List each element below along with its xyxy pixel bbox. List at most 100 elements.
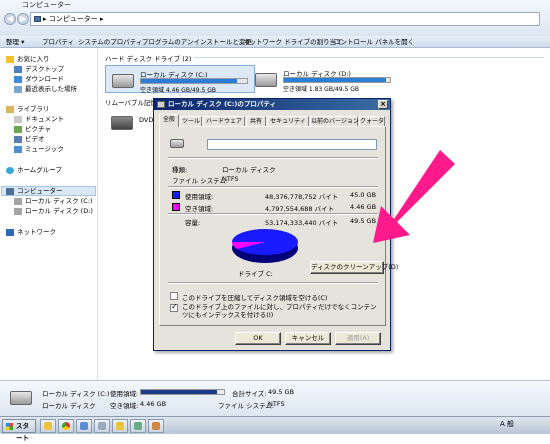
sidebar-item-network[interactable]: ネットワーク xyxy=(6,228,56,237)
drive-usage-bar xyxy=(140,78,248,84)
app-icon xyxy=(98,422,106,430)
details-total-label: 合計サイズ: xyxy=(232,390,267,398)
computer-icon xyxy=(34,16,41,22)
ok-button[interactable]: OK xyxy=(235,332,281,345)
tab-security[interactable]: セキュリティ xyxy=(267,116,309,126)
sidebar-item-downloads[interactable]: ダウンロード xyxy=(14,75,64,84)
drive-icon xyxy=(14,207,22,215)
general-tab-panel: 種類: ローカル ディスク ファイル システム: NTFS 使用領域: 48,3… xyxy=(159,126,398,326)
tab-hardware[interactable]: ハードウェア xyxy=(203,116,245,126)
system-properties-button[interactable]: システムのプロパティ xyxy=(78,36,142,48)
apply-button[interactable]: 適用(A) xyxy=(335,332,381,345)
volume-label-input[interactable] xyxy=(207,139,377,150)
used-label: 使用領域: xyxy=(185,193,214,201)
sidebar-item-libraries[interactable]: ライブラリ xyxy=(6,105,50,114)
hard-drive-icon xyxy=(10,391,32,405)
sidebar-item-computer[interactable]: コンピューター xyxy=(6,187,63,196)
taskbar-app-button[interactable] xyxy=(148,419,164,433)
dialog-title: ローカル ディスク (C:)のプロパティ xyxy=(168,100,276,108)
pictures-icon xyxy=(14,125,22,133)
fs-label: ファイル システム: xyxy=(172,177,229,185)
sidebar-item-videos[interactable]: ビデオ xyxy=(14,135,45,144)
details-type: ローカル ディスク xyxy=(42,402,96,410)
drive-icon xyxy=(157,101,165,108)
free-gb: 4.46 GB xyxy=(350,203,377,211)
dialog-titlebar[interactable]: ローカル ディスク (C:)のプロパティ × xyxy=(154,99,390,110)
sidebar-item-drive-d[interactable]: ローカル ディスク (D:) xyxy=(14,207,93,216)
properties-button[interactable]: プロパティ xyxy=(42,36,74,48)
sidebar-item-label: ミュージック xyxy=(25,145,64,153)
recent-places-icon xyxy=(14,85,22,93)
homegroup-icon xyxy=(6,166,14,174)
app-icon xyxy=(152,422,160,430)
cancel-button[interactable]: キャンセル xyxy=(285,332,331,345)
start-button[interactable]: スタート xyxy=(2,419,36,442)
sidebar-item-pictures[interactable]: ピクチャ xyxy=(14,125,51,134)
explorer-window: コンピューター ◀ ▶ ▸ コンピューター ▸ 整理 ▾ プロパティ システムの… xyxy=(0,0,550,442)
drive-free-space: 空き領域 4.46 GB/49.5 GB xyxy=(140,87,216,94)
app-icon xyxy=(116,422,124,430)
taskbar-chrome-button[interactable] xyxy=(58,419,74,433)
sidebar-item-label: ビデオ xyxy=(25,135,45,143)
properties-dialog: ローカル ディスク (C:)のプロパティ × 全般 ツール ハードウェア 共有 … xyxy=(153,98,398,351)
drive-usage-fill xyxy=(141,79,238,83)
star-icon xyxy=(6,55,14,63)
hdd-group-header[interactable]: ハード ディスク ドライブ (2) xyxy=(105,53,191,63)
organize-button[interactable]: 整理 ▾ xyxy=(6,36,24,48)
taskbar-app-button[interactable] xyxy=(94,419,110,433)
details-usage-bar xyxy=(140,389,225,395)
chrome-icon xyxy=(62,422,70,430)
sidebar-item-homegroup[interactable]: ホームグループ xyxy=(6,166,62,175)
sidebar-item-favorites[interactable]: お気に入り xyxy=(6,55,50,64)
used-gb: 45.0 GB xyxy=(350,191,377,199)
tab-general[interactable]: 全般 xyxy=(159,114,179,127)
sidebar-item-recent[interactable]: 最近表示した場所 xyxy=(14,85,77,94)
taskbar-app-button[interactable] xyxy=(76,419,92,433)
tab-quota[interactable]: クォータ xyxy=(359,116,385,126)
sidebar-item-drive-c[interactable]: ローカル ディスク (C:) xyxy=(14,197,92,206)
disk-cleanup-button[interactable]: ディスクのクリーンアップ(D) xyxy=(310,261,398,274)
sidebar-item-label: 最近表示した場所 xyxy=(25,85,77,93)
address-row: コンピューター ◀ ▶ ▸ コンピューター ▸ xyxy=(0,0,550,36)
forward-button[interactable]: ▶ xyxy=(17,13,29,25)
close-button[interactable]: × xyxy=(378,100,388,109)
details-fs-label: ファイル システム: xyxy=(218,402,275,410)
details-fs-value: NTFS xyxy=(268,400,285,408)
details-usage-fill xyxy=(141,390,217,394)
sidebar-item-documents[interactable]: ドキュメント xyxy=(14,115,64,124)
compress-checkbox[interactable] xyxy=(170,292,178,300)
separator xyxy=(168,186,378,188)
dvd-drive-icon xyxy=(111,116,133,130)
start-label: スタート xyxy=(16,422,29,442)
window-title: コンピューター xyxy=(22,1,71,9)
drive-d-tile[interactable]: ローカル ディスク (D:) 空き領域 1.83 GB/49.5 GB xyxy=(249,65,399,93)
map-drive-button[interactable]: ネットワーク ドライブの割り当て xyxy=(243,36,343,48)
index-checkbox[interactable] xyxy=(170,302,178,312)
drive-c-tile[interactable]: ローカル ディスク (C:) 空き領域 4.46 GB/49.5 GB xyxy=(105,65,255,94)
ime-indicator[interactable]: A 般 xyxy=(500,419,514,429)
uninstall-button[interactable]: プログラムのアンインストールと変更 xyxy=(142,36,252,48)
sidebar-item-music[interactable]: ミュージック xyxy=(14,145,64,154)
details-free-label: 空き領域: xyxy=(110,402,139,410)
index-label: このドライブ上のファイルに対し、プロパティだけでなくコンテンツにもインデックスを… xyxy=(182,303,377,319)
taskbar-explorer-button[interactable] xyxy=(40,419,56,433)
dvd-drive-tile[interactable]: DVD xyxy=(105,108,155,136)
download-icon xyxy=(14,75,22,83)
taskbar-app-button[interactable] xyxy=(130,419,146,433)
sidebar-item-desktop[interactable]: デスクトップ xyxy=(14,65,64,74)
tab-tools[interactable]: ツール xyxy=(180,116,202,126)
details-free-value: 4.46 GB xyxy=(140,400,167,408)
sidebar-item-label: デスクトップ xyxy=(25,65,64,73)
type-label: 種類: xyxy=(172,166,188,174)
hard-drive-icon xyxy=(255,73,277,87)
tab-previous-versions[interactable]: 以前のバージョン xyxy=(310,116,359,126)
address-bar[interactable]: ▸ コンピューター ▸ xyxy=(30,12,540,26)
drive-usage-fill xyxy=(284,78,386,82)
separator xyxy=(168,213,378,215)
back-button[interactable]: ◀ xyxy=(4,13,16,25)
taskbar-app-button[interactable] xyxy=(112,419,128,433)
control-panel-button[interactable]: コントロール パネルを開く xyxy=(334,36,414,48)
free-space-swatch xyxy=(172,203,180,211)
tab-sharing[interactable]: 共有 xyxy=(246,116,266,126)
drive-free-space: 空き領域 1.83 GB/49.5 GB xyxy=(283,86,359,93)
